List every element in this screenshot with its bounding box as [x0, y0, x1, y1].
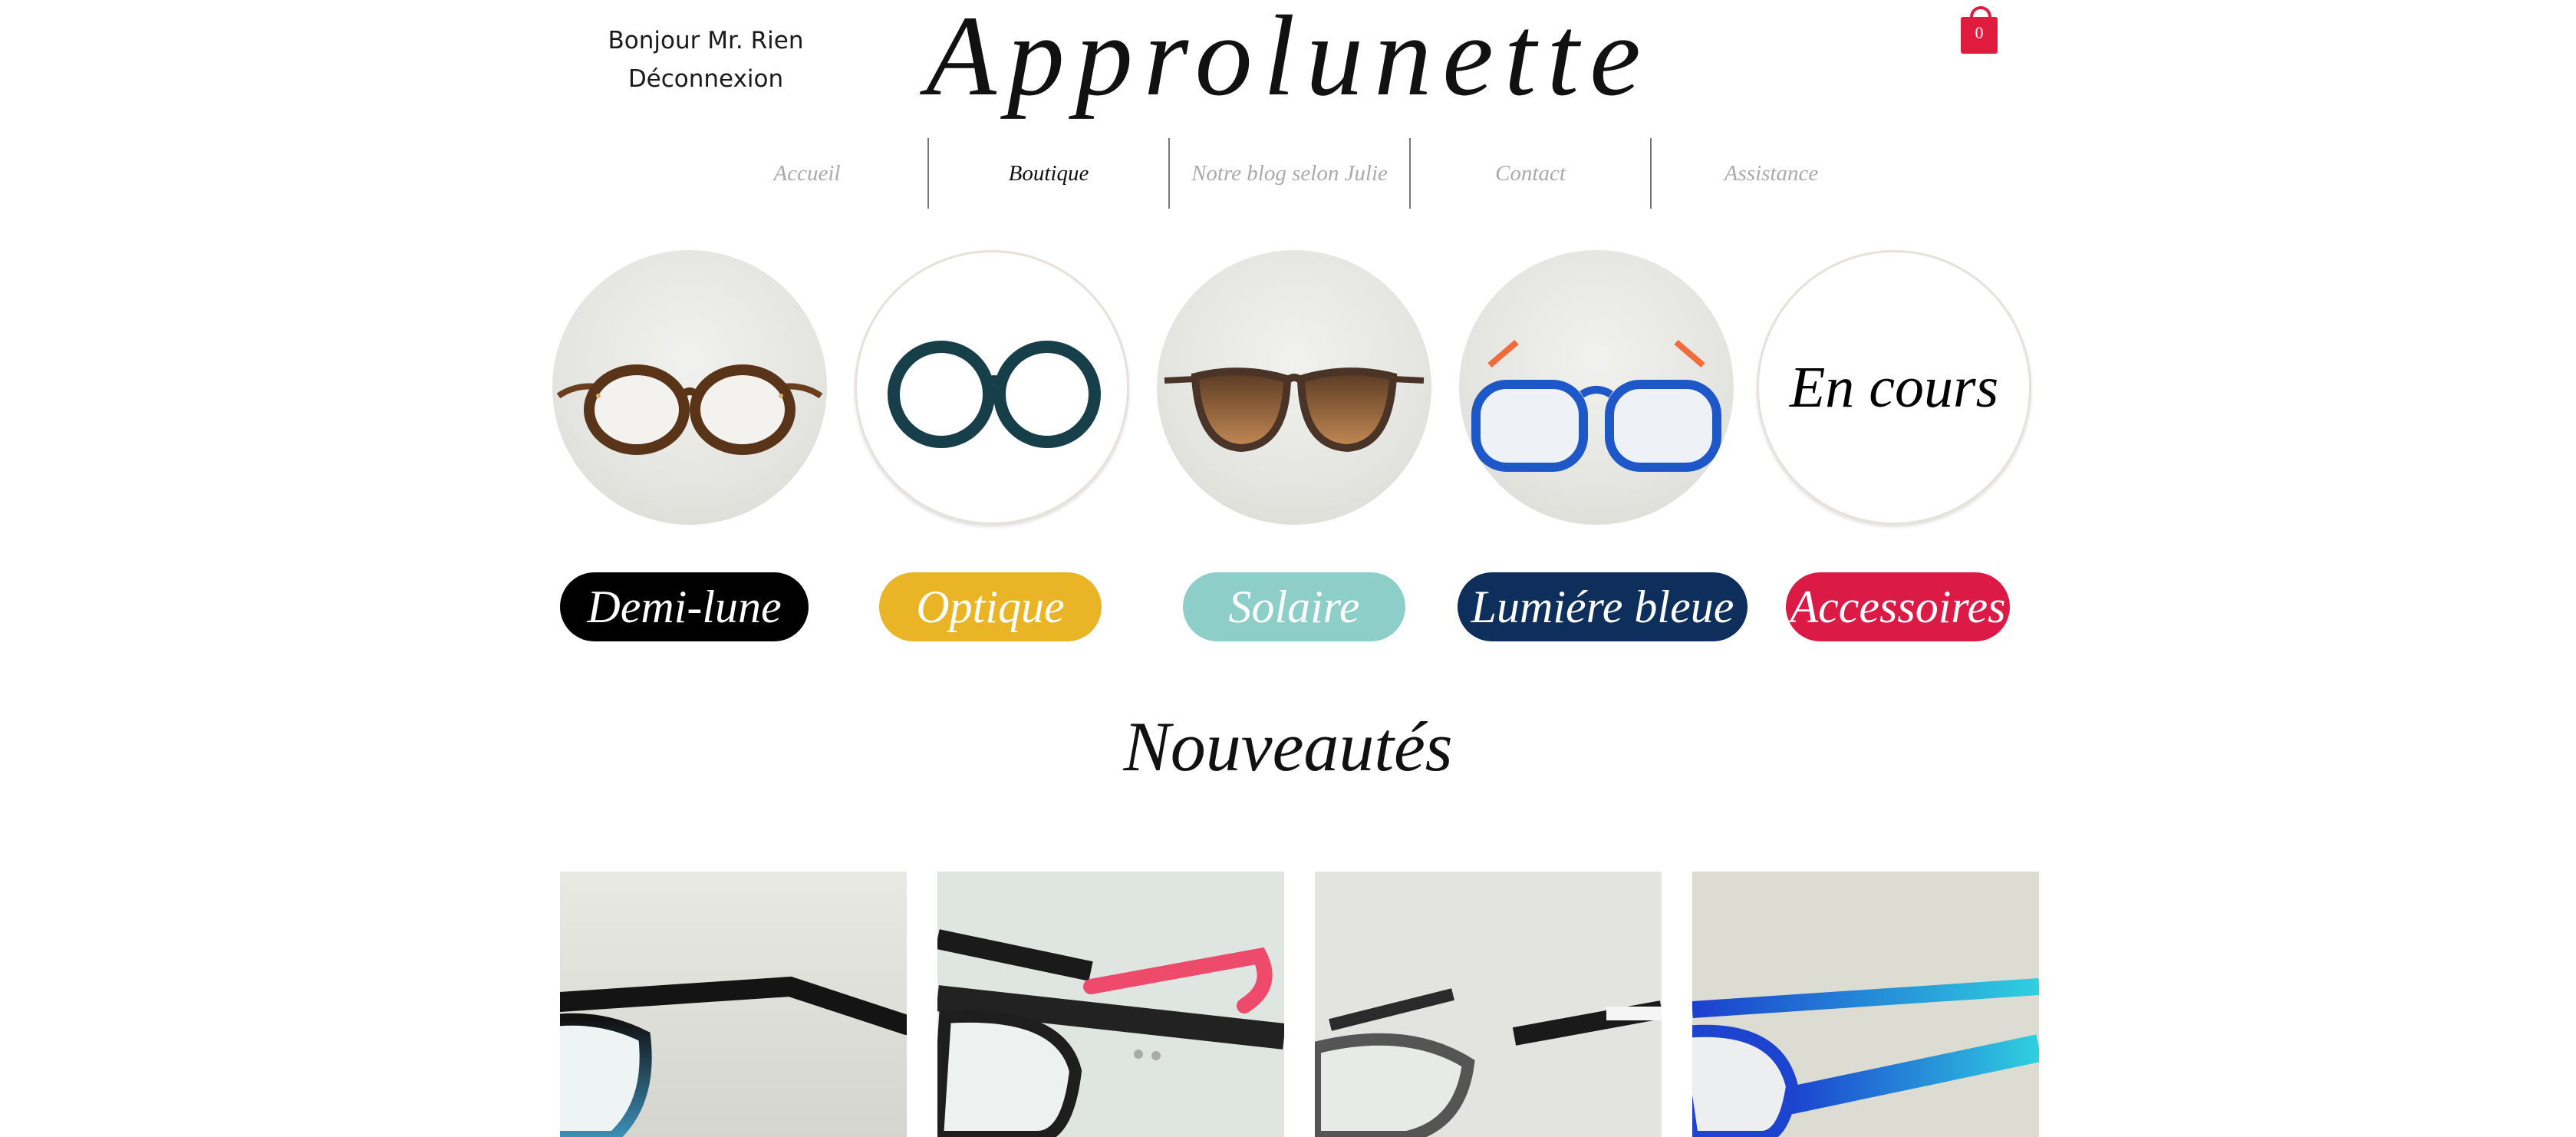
category-image-solaire[interactable] [1157, 250, 1431, 525]
new-arrivals-title: Nouveautés [1123, 707, 1453, 786]
cart-button[interactable]: 0 [1961, 6, 1998, 55]
category-button-lumiere-bleue[interactable]: Lumiére bleue [1458, 572, 1748, 641]
nav-item-accueil[interactable]: Accueil [687, 138, 927, 209]
category-image-en-cours[interactable]: En cours [1757, 250, 2031, 525]
nav-item-blog[interactable]: Notre blog selon Julie [1168, 138, 1409, 209]
en-cours-label: En cours [1789, 354, 1999, 420]
category-button-demi-lune[interactable]: Demi-lune [560, 572, 809, 641]
user-greeting-block: Bonjour Mr. Rien Déconnexion [583, 21, 828, 98]
category-image-optique[interactable] [855, 250, 1129, 525]
category-button-solaire[interactable]: Solaire [1183, 572, 1405, 641]
greeting-text: Bonjour Mr. Rien [608, 27, 804, 54]
nav-item-boutique[interactable]: Boutique [927, 138, 1168, 209]
product-card[interactable] [1315, 872, 1662, 1137]
main-navigation: Accueil Boutique Notre blog selon Julie … [687, 138, 1891, 209]
nav-item-assistance[interactable]: Assistance [1650, 138, 1891, 209]
product-card[interactable] [937, 872, 1284, 1137]
category-image-demi-lune[interactable] [552, 250, 827, 525]
product-card[interactable] [1692, 872, 2039, 1137]
logout-link[interactable]: Déconnexion [583, 60, 828, 98]
category-image-lumiere-bleue[interactable] [1459, 250, 1734, 525]
cart-count: 0 [1975, 23, 1984, 42]
nav-item-contact[interactable]: Contact [1409, 138, 1650, 209]
product-card[interactable] [560, 872, 907, 1137]
category-button-accessoires[interactable]: Accessoires [1786, 572, 2010, 641]
site-logo[interactable]: Approlunette [867, 0, 1711, 121]
category-button-optique[interactable]: Optique [879, 572, 1102, 641]
